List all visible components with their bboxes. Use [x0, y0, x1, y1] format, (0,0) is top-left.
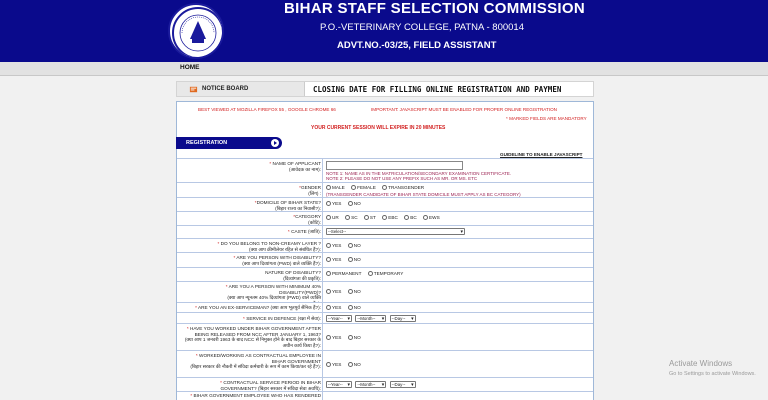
noncreamy-no-option[interactable]: NO — [347, 243, 361, 249]
nav-home-link[interactable]: HOME — [180, 64, 200, 71]
contractual-yes-option[interactable]: YES — [326, 362, 341, 368]
caste-select[interactable]: --Select-- — [326, 228, 465, 235]
domicile-no-option[interactable]: NO — [347, 201, 361, 207]
arrow-right-icon — [271, 139, 279, 147]
min40-label: * ARE YOU A PERSON WITH MINIMUM 40% DISA… — [177, 282, 323, 306]
contract-month-select[interactable]: --Month-- — [355, 381, 387, 388]
ncc-yes-option[interactable]: YES — [326, 335, 341, 341]
disability-yes-option[interactable]: YES — [326, 257, 341, 263]
form-row-exserviceman: * ARE YOU AN EX-SERVICEMAN? (क्या आप भूत… — [177, 302, 593, 312]
form-row-contractual: * WORKED/WORKING AS CONTRACTUAL EMPLOYEE… — [177, 350, 593, 377]
gender-transgender-option[interactable]: TRANSGENDER — [382, 185, 424, 191]
noncreamy-yes-option[interactable]: YES — [326, 243, 341, 249]
form-row-disability: * ARE YOU PERSON WITH DISABILITY? (क्या आ… — [177, 252, 593, 267]
javascript-warning: IMPORTANT: JAVASCRIPT MUST BE ENABLED FO… — [371, 107, 557, 112]
defence-year-select[interactable]: --Year-- — [326, 315, 352, 322]
category-bc-option[interactable]: BC — [404, 215, 417, 221]
exserviceman-no-option[interactable]: NO — [347, 305, 361, 311]
form-row-defence-service: * SERVICE IN DEFENCE (रक्षा में सेवा): -… — [177, 312, 593, 323]
header-advt-number: ADVT.NO.-03/25, FIELD ASSISTANT — [337, 40, 497, 51]
disability-label: * ARE YOU PERSON WITH DISABILITY? (क्या आ… — [177, 253, 323, 267]
category-ebc-option[interactable]: EBC — [382, 215, 398, 221]
form-row-noncreamy: * DO YOU BELONG TO NON-CREAMY LAYER ? (क्… — [177, 238, 593, 252]
defence-service-label: * SERVICE IN DEFENCE (रक्षा में सेवा): — [177, 313, 323, 323]
form-row-contract-period: * CONTRACTUAL SERVICE PERIOD IN BIHAR GO… — [177, 377, 593, 391]
noncreamy-label: * DO YOU BELONG TO NON-CREAMY LAYER ? (क्… — [177, 239, 323, 252]
domicile-yes-option[interactable]: YES — [326, 201, 341, 207]
notice-board-icon — [189, 86, 198, 93]
form-row-caste: * CASTE (जाति): --Select-- — [177, 225, 593, 238]
gender-label: *GENDER (लिंग) : — [177, 183, 323, 197]
nature-permanent-option[interactable]: PERMANENT — [326, 271, 361, 277]
header-title: BIHAR STAFF SELECTION COMMISSION — [284, 0, 585, 17]
govt-employee-label: * BIHAR GOVERNMENT EMPLOYEE WHO HAS REND… — [177, 392, 323, 400]
contract-year-select[interactable]: --Year-- — [326, 381, 352, 388]
site-header: BIHAR STAFF SELECTION COMMISSION P.O.-VE… — [0, 0, 768, 62]
activate-windows-subtitle: Go to Settings to activate Windows. — [669, 371, 756, 377]
contract-period-label: * CONTRACTUAL SERVICE PERIOD IN BIHAR GO… — [177, 378, 323, 391]
category-label: *CATEGORY (कोटि): — [177, 212, 323, 225]
header-address: P.O.-VETERINARY COLLEGE, PATNA - 800014 — [320, 22, 524, 33]
caste-label: * CASTE (जाति): — [177, 226, 323, 238]
notice-board-label: NOTICE BOARD — [202, 86, 249, 92]
name-note-2: NOTE 2: PLEASE DO NOT USE ANY PREFIX SUC… — [326, 176, 478, 181]
form-row-disability-nature: NATURE OF DISABILITY? (दिव्यांगता की प्रक… — [177, 267, 593, 281]
form-row-domicile: *DOMICILE OF BIHAR STATE? (बिहार राज्य का… — [177, 197, 593, 211]
form-row-ncc: * HAVE YOU WORKED UNDER BIHAR GOVERNMENT… — [177, 323, 593, 350]
defence-day-select[interactable]: --Day-- — [389, 315, 416, 322]
disability-nature-label: NATURE OF DISABILITY? (दिव्यांगता की प्रक… — [177, 268, 323, 281]
nature-temporary-option[interactable]: TEMPORARY — [367, 271, 403, 277]
defence-month-select[interactable]: --Month-- — [355, 315, 387, 322]
ncc-no-option[interactable]: NO — [347, 335, 361, 341]
form-row-gender: *GENDER (लिंग) : MALE FEMALE TRANSGENDER … — [177, 182, 593, 197]
commission-logo — [168, 3, 224, 59]
name-input[interactable] — [326, 161, 463, 170]
browser-warning: BEST VIEWED AT MOZILLA FIREFOX 55 , GOOG… — [198, 107, 336, 112]
contractual-no-option[interactable]: NO — [347, 362, 361, 368]
registration-tab-label: REGISTRATION — [186, 140, 228, 146]
domicile-label: *DOMICILE OF BIHAR STATE? (बिहार राज्य का… — [177, 198, 323, 211]
nav-bar: HOME — [0, 62, 768, 76]
activate-windows-title: Activate Windows — [669, 359, 733, 368]
ncc-label: * HAVE YOU WORKED UNDER BIHAR GOVERNMENT… — [177, 324, 323, 350]
gender-female-option[interactable]: FEMALE — [351, 185, 376, 191]
notice-board: NOTICE BOARD CLOSING DATE FOR FILLING ON… — [176, 81, 594, 97]
category-sc-option[interactable]: SC — [345, 215, 358, 221]
form-row-govt-employee: * BIHAR GOVERNMENT EMPLOYEE WHO HAS REND… — [177, 391, 593, 400]
exserviceman-label: * ARE YOU AN EX-SERVICEMAN? (क्या आप भूत… — [177, 303, 323, 312]
notice-marquee[interactable]: CLOSING DATE FOR FILLING ONLINE REGISTRA… — [313, 85, 593, 94]
category-ews-option[interactable]: EWS — [423, 215, 440, 221]
category-ur-option[interactable]: UR — [326, 215, 339, 221]
exserviceman-yes-option[interactable]: YES — [326, 305, 341, 311]
gender-male-option[interactable]: MALE — [326, 185, 345, 191]
name-label: * NAME OF APPLICANT (आवेदक का नाम): — [177, 159, 323, 182]
min40-yes-option[interactable]: YES — [326, 289, 341, 295]
contractual-label: * WORKED/WORKING AS CONTRACTUAL EMPLOYEE… — [177, 351, 323, 377]
session-warning: YOUR CURRENT SESSION WILL EXPIRE IN 20 M… — [311, 125, 446, 131]
form-row-min40-disability: * ARE YOU A PERSON WITH MINIMUM 40% DISA… — [177, 281, 593, 306]
javascript-guideline-link[interactable]: GUIDELINE TO ENABLE JAVASCRIPT — [500, 152, 582, 157]
registration-tab[interactable]: REGISTRATION — [176, 137, 282, 149]
disability-no-option[interactable]: NO — [347, 257, 361, 263]
form-row-name: * NAME OF APPLICANT (आवेदक का नाम): NOTE … — [177, 158, 593, 182]
contract-day-select[interactable]: --Day-- — [389, 381, 416, 388]
category-st-option[interactable]: ST — [363, 215, 376, 221]
form-row-category: *CATEGORY (कोटि): UR SC ST EBC BC EWS — [177, 211, 593, 225]
min40-no-option[interactable]: NO — [347, 289, 361, 295]
notice-board-tab[interactable]: NOTICE BOARD — [177, 82, 305, 96]
mandatory-note: * MARKED FIELDS ARE MANDATORY — [506, 116, 587, 121]
